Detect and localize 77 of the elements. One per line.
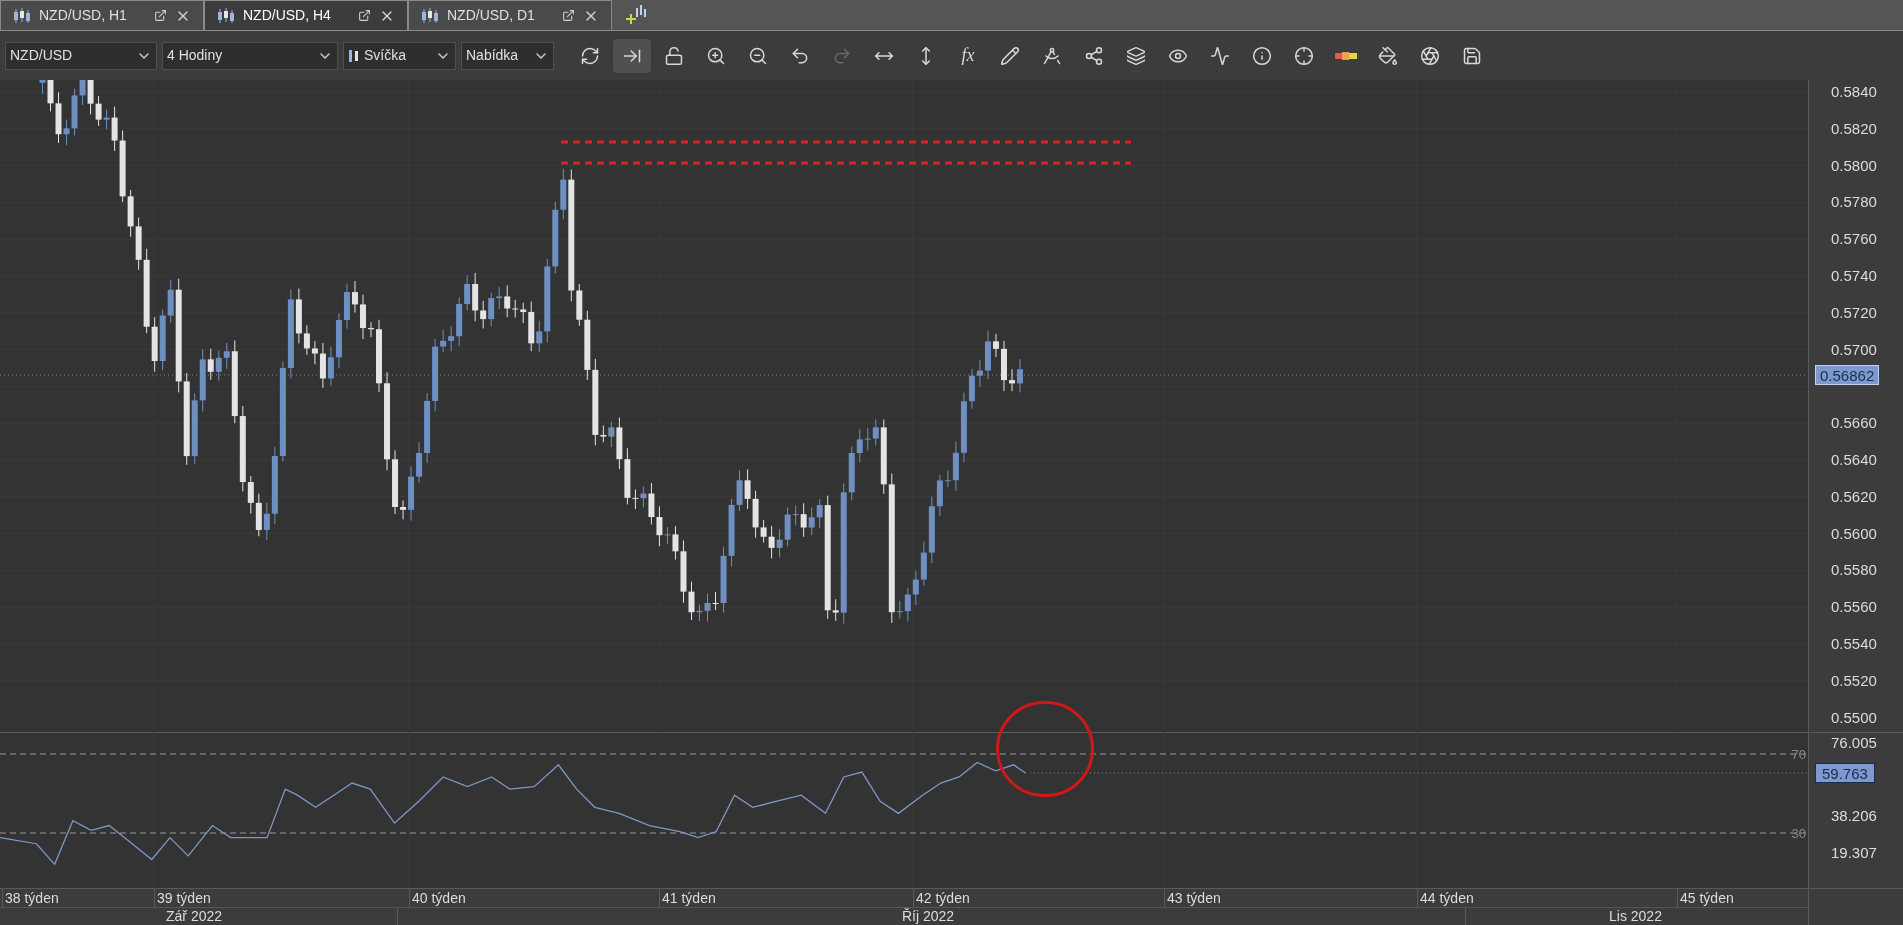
level-label: 30 — [1791, 825, 1806, 843]
chart-tab[interactable]: NZD/USD, H4 — [204, 0, 408, 30]
week-label: 38 týden — [2, 889, 59, 907]
network-icon — [1084, 45, 1104, 66]
tab-label: NZD/USD, H1 — [39, 6, 128, 25]
level-label: 70 — [1791, 746, 1806, 764]
new-chart-icon[interactable] — [624, 4, 648, 26]
price-label: 0.5760 — [1831, 230, 1877, 249]
zoom-out-icon — [748, 45, 768, 66]
month-label: Zář 2022 — [166, 907, 223, 925]
price-label: 0.5560 — [1831, 598, 1877, 617]
candle-icon — [348, 47, 360, 64]
indicator-icon — [1210, 45, 1230, 66]
tab-label: NZD/USD, H4 — [243, 6, 332, 25]
color-bar-icon — [1335, 51, 1357, 60]
dropdown[interactable]: Nabídka — [461, 41, 554, 70]
week-label: 42 týden — [913, 889, 970, 907]
candlestick-icon — [421, 7, 439, 24]
week-label: 45 týden — [1677, 889, 1734, 907]
price-label: 0.5660 — [1831, 414, 1877, 433]
pencil-icon — [1000, 45, 1020, 66]
price-label: 0.5720 — [1831, 303, 1877, 322]
price-label: 0.5780 — [1831, 193, 1877, 212]
price-label: 0.5640 — [1831, 451, 1877, 469]
week-label: 41 týden — [659, 889, 716, 907]
save-icon — [1462, 45, 1482, 66]
toolbar-button[interactable] — [613, 38, 651, 73]
chart-tab[interactable]: NZD/USD, D1 — [408, 0, 612, 30]
price-label: 0.5800 — [1831, 156, 1877, 175]
unlock-icon — [664, 45, 684, 66]
dropdown[interactable]: 4 Hodiny — [162, 41, 338, 70]
toolbar-button[interactable]: fx — [949, 38, 987, 73]
candle — [360, 294, 366, 340]
month-label: Lis 2022 — [1609, 907, 1662, 925]
price-label: 0.5600 — [1831, 524, 1877, 543]
detach-icon[interactable] — [562, 9, 575, 22]
chart-tab[interactable]: NZD/USD, H1 — [0, 0, 204, 30]
price-label: 0.5540 — [1831, 635, 1877, 653]
price-label: 0.5500 — [1831, 708, 1877, 727]
candle — [1001, 340, 1007, 392]
price-label: 0.5820 — [1831, 119, 1877, 138]
dashed-level-line[interactable] — [561, 161, 1131, 165]
zoom-in-icon — [706, 45, 726, 66]
price-label: 0.5740 — [1831, 267, 1877, 285]
dashed-level-line[interactable] — [561, 140, 1131, 144]
candle — [1017, 358, 1023, 393]
layers-icon — [1126, 45, 1146, 66]
tab-label: NZD/USD, D1 — [447, 6, 536, 25]
candle — [1009, 368, 1015, 392]
info-icon — [1252, 45, 1272, 66]
rsi-label: 19.307 — [1831, 844, 1877, 862]
rsi-label: 76.005 — [1831, 734, 1877, 752]
price-label: 0.5620 — [1831, 487, 1877, 506]
candle — [368, 321, 374, 338]
compass-icon — [1042, 45, 1062, 66]
price-label: 0.5520 — [1831, 671, 1877, 690]
current-price-tag: 0.56862 — [1815, 365, 1880, 385]
dropdown[interactable]: NZD/USD — [5, 41, 157, 70]
detach-icon[interactable] — [154, 9, 167, 22]
week-label: 39 týden — [154, 889, 211, 907]
week-label: 44 týden — [1417, 889, 1474, 907]
paint-bucket-icon — [1378, 45, 1398, 66]
refresh-icon — [580, 45, 600, 66]
price-label: 0.5580 — [1831, 561, 1877, 580]
aperture-icon — [1420, 45, 1440, 66]
week-label: 43 týden — [1164, 889, 1221, 907]
crosshair-icon — [1294, 45, 1314, 66]
detach-icon[interactable] — [358, 9, 371, 22]
price-label: 0.5700 — [1831, 340, 1877, 359]
candlestick-icon — [13, 7, 31, 24]
month-label: Říj 2022 — [902, 907, 955, 925]
rsi-label: 38.206 — [1831, 807, 1877, 825]
current-rsi-tag: 59.763 — [1815, 763, 1875, 783]
dropdown[interactable]: Svíčka — [343, 41, 456, 70]
price-label: 0.5840 — [1831, 83, 1877, 101]
candlestick-icon — [217, 7, 235, 24]
week-label: 40 týden — [409, 889, 466, 907]
